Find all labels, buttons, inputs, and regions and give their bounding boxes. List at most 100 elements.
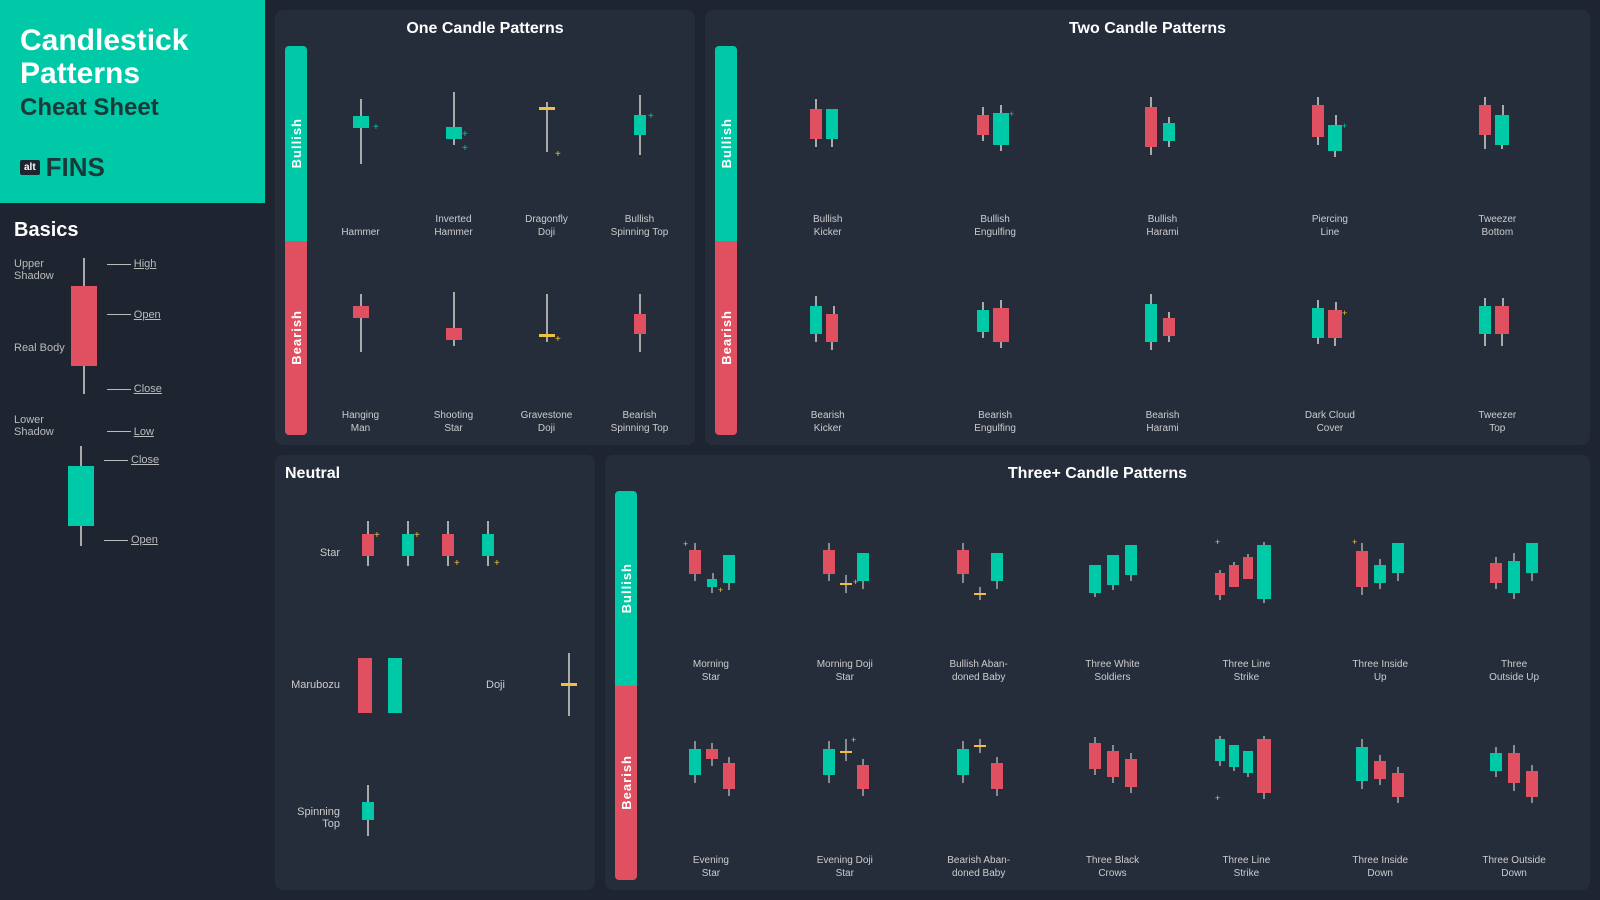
piercing-label: PiercingLine bbox=[1312, 213, 1348, 239]
close-label: Close bbox=[107, 383, 162, 395]
evening-doji-item: + Evening DojiStar bbox=[779, 688, 911, 881]
star-c3: + bbox=[432, 516, 464, 591]
low-label: Low bbox=[107, 426, 162, 438]
one-candle-content: Bullish Bearish bbox=[285, 46, 685, 435]
three-outside-down-svg bbox=[1484, 731, 1544, 806]
bull-kicker-svg bbox=[802, 87, 854, 167]
three-black-item: Three BlackCrows bbox=[1047, 688, 1179, 881]
bear-aban-svg bbox=[949, 731, 1009, 806]
two-candle-grid: BullishKicker bbox=[745, 46, 1580, 435]
basics-title: Basics bbox=[14, 219, 251, 242]
dark-cloud-label: Dark CloudCover bbox=[1305, 409, 1355, 435]
shooting-star-item: ShootingStar bbox=[408, 243, 499, 436]
morning-doji-label: Morning DojiStar bbox=[817, 658, 873, 684]
three-candle-content: Bullish Bearish + bbox=[615, 491, 1580, 880]
bear-harami-svg bbox=[1137, 284, 1189, 364]
one-candle-strip: Bullish Bearish bbox=[285, 46, 307, 435]
bear-spin-item: BearishSpinning Top bbox=[594, 243, 685, 436]
three-bearish-row: EveningStar + bbox=[645, 688, 1580, 881]
svg-text:+: + bbox=[683, 539, 688, 549]
three-outside-up-label: ThreeOutside Up bbox=[1489, 658, 1539, 684]
svg-text:+: + bbox=[414, 530, 420, 541]
bullish-label: Bullish bbox=[289, 118, 304, 168]
bull-aban-item: Bullish Aban-doned Baby bbox=[913, 491, 1045, 684]
spin-top-candles bbox=[352, 780, 585, 855]
top-row: One Candle Patterns Bullish Bearish bbox=[275, 10, 1590, 445]
hanging-man-item: HangingMan bbox=[315, 243, 406, 436]
three-inside-up-label: Three InsideUp bbox=[1352, 658, 1408, 684]
neutral-marubozu-row: Marubozu Doji bbox=[285, 623, 585, 747]
three-line-bull-item: + Three LineStrike bbox=[1180, 491, 1312, 684]
svg-text:+: + bbox=[851, 735, 856, 745]
one-candle-title: One Candle Patterns bbox=[285, 20, 685, 38]
morning-star-svg: + + bbox=[681, 535, 741, 610]
three-inside-down-item: Three InsideDown bbox=[1314, 688, 1446, 881]
logo-alt: alt bbox=[20, 160, 40, 175]
neutral-star-row: Star + + bbox=[285, 491, 585, 615]
bear-engulf-item: BearishEngulfing bbox=[912, 243, 1077, 436]
tweezer-top-item: TweezerTop bbox=[1415, 243, 1580, 436]
sidebar-header: CandlestickPatterns Cheat Sheet alt FINS bbox=[0, 0, 265, 203]
three-white-svg bbox=[1083, 535, 1143, 610]
neutral-title: Neutral bbox=[285, 465, 585, 483]
main-content: One Candle Patterns Bullish Bearish bbox=[265, 0, 1600, 900]
evening-star-label: EveningStar bbox=[693, 854, 729, 880]
bull-spin-item: + BullishSpinning Top bbox=[594, 46, 685, 239]
svg-text:+: + bbox=[374, 530, 380, 541]
bull-kicker-label: BullishKicker bbox=[813, 213, 842, 239]
piercing-svg: + bbox=[1304, 87, 1356, 167]
spin-c1 bbox=[352, 780, 384, 855]
gravestone-label: GravestoneDoji bbox=[521, 409, 573, 435]
doji-label: Doji bbox=[486, 679, 541, 691]
bear-kicker-svg bbox=[802, 284, 854, 364]
sidebar-subtitle: Cheat Sheet bbox=[20, 94, 245, 122]
three-black-label: Three BlackCrows bbox=[1086, 854, 1139, 880]
two-candle-title: Two Candle Patterns bbox=[715, 20, 1580, 38]
sidebar-logo: alt FINS bbox=[20, 152, 245, 183]
three-candle-panel: Three+ Candle Patterns Bullish Bearish bbox=[605, 455, 1590, 890]
lower-shadow-label: LowerShadow bbox=[14, 414, 65, 438]
dragonfly-item: + DragonflyDoji bbox=[501, 46, 592, 239]
bull-harami-svg bbox=[1137, 87, 1189, 167]
tweezer-bot-label: TweezerBottom bbox=[1478, 213, 1516, 239]
two-candle-strip: Bullish Bearish bbox=[715, 46, 737, 435]
svg-text:+: + bbox=[1342, 121, 1347, 131]
neutral-content: Star + + bbox=[285, 491, 585, 880]
three-black-svg bbox=[1083, 731, 1143, 806]
dark-cloud-item: + Dark CloudCover bbox=[1247, 243, 1412, 436]
bear-engulf-svg bbox=[969, 284, 1021, 364]
three-line-bull-label: Three LineStrike bbox=[1222, 658, 1270, 684]
gravestone-svg: + bbox=[527, 284, 567, 364]
three-outside-up-svg bbox=[1484, 535, 1544, 610]
svg-text:+: + bbox=[462, 129, 468, 140]
marubozu-candles bbox=[352, 648, 474, 723]
svg-text:+: + bbox=[718, 585, 723, 595]
bearish-label: Bearish bbox=[289, 310, 304, 365]
inv-hammer-item: + + InvertedHammer bbox=[408, 46, 499, 239]
svg-text:+: + bbox=[494, 558, 500, 569]
three-outside-down-item: Three OutsideDown bbox=[1448, 688, 1580, 881]
svg-text:+: + bbox=[1342, 308, 1347, 318]
svg-text:+: + bbox=[648, 111, 654, 122]
svg-text:+: + bbox=[1352, 537, 1357, 547]
bear-aban-item: Bearish Aban-doned Baby bbox=[913, 688, 1045, 881]
bull-engulf-label: BullishEngulfing bbox=[974, 213, 1016, 239]
marubozu-c1 bbox=[352, 648, 374, 723]
bull-harami-label: BullishHarami bbox=[1146, 213, 1178, 239]
marubozu-c2 bbox=[382, 648, 404, 723]
basics-section: Basics UpperShadow Real Body LowerShadow… bbox=[0, 203, 265, 900]
marubozu-label: Marubozu bbox=[285, 679, 340, 691]
neutral-spin-row: SpinningTop bbox=[285, 756, 585, 880]
bottom-row: Neutral Star + bbox=[275, 455, 1590, 890]
two-bearish-label: Bearish bbox=[719, 310, 734, 365]
three-line-bear-svg: + bbox=[1211, 731, 1281, 806]
hanging-man-svg bbox=[341, 284, 381, 364]
real-body-label: Real Body bbox=[14, 342, 65, 354]
three-inside-down-svg bbox=[1350, 731, 1410, 806]
bear-spin-label: BearishSpinning Top bbox=[611, 409, 669, 435]
neutral-panel: Neutral Star + bbox=[275, 455, 595, 890]
three-outside-down-label: Three OutsideDown bbox=[1482, 854, 1545, 880]
three-line-bear-item: + Three LineStrike bbox=[1180, 688, 1312, 881]
bear-aban-label: Bearish Aban-doned Baby bbox=[947, 854, 1010, 880]
bear-harami-item: BearishHarami bbox=[1080, 243, 1245, 436]
